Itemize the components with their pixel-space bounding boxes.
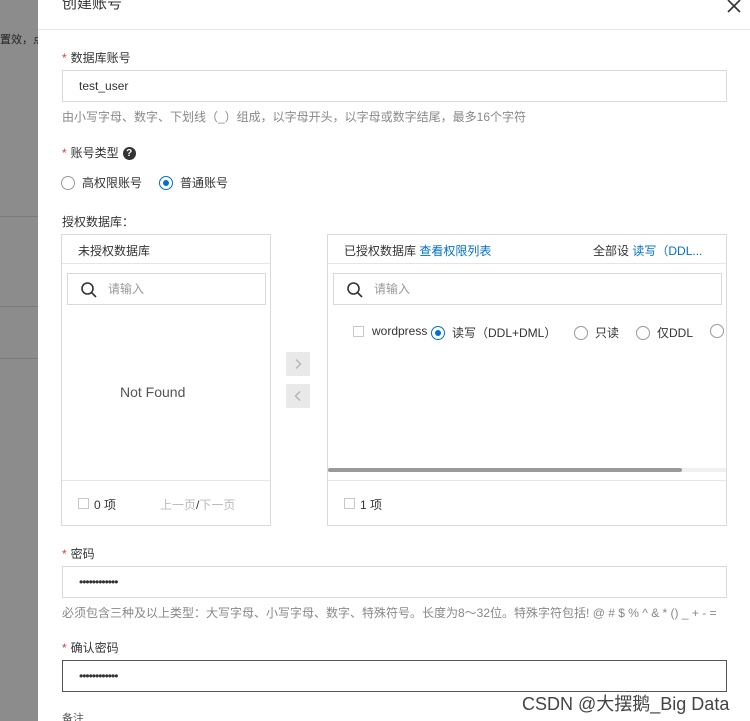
radio-circle[interactable] [574, 325, 588, 340]
authorized-db-label: 授权数据库： [62, 215, 135, 229]
perm-radio-ddl-only[interactable]: 仅DDL [636, 324, 693, 341]
unauth-search-input[interactable] [108, 274, 258, 304]
help-icon[interactable]: ? [122, 147, 136, 160]
auth-search-input[interactable] [374, 274, 524, 304]
item-count: 0 项 [94, 498, 117, 512]
empty-state-text: Not Found [120, 384, 186, 400]
set-all-dropdown[interactable]: 读写（DDL... [632, 244, 702, 258]
remark-label: 备注 [62, 713, 84, 721]
perm-radio-read-write[interactable]: 读写（DDL+DML） [431, 324, 556, 341]
confirm-password-input[interactable] [62, 660, 727, 692]
auth-search[interactable] [333, 273, 722, 305]
authorized-db-panel: 已授权数据库 查看权限列表 全部设 读写（DDL... wordpress 读写… [327, 234, 727, 526]
db-item-checkbox[interactable] [353, 326, 364, 337]
close-icon[interactable] [724, 0, 744, 16]
item-count: 1 项 [360, 498, 383, 512]
search-icon [81, 282, 97, 298]
perm-radio-more[interactable] [710, 324, 724, 338]
unauth-search[interactable] [67, 273, 266, 305]
next-page-link[interactable]: 下一页 [199, 498, 235, 512]
move-right-button[interactable] [286, 352, 310, 376]
create-account-drawer: 创建账号 *数据库账号 由小写字母、数字、下划线（_）组成，以字母开头，以字母或… [38, 0, 750, 721]
backdrop-divider [0, 306, 38, 307]
db-account-help: 由小写字母、数字、下划线（_）组成，以字母开头，以字母或数字结尾，最多16个字符 [62, 110, 527, 124]
perm-radio-read-only[interactable]: 只读 [574, 324, 619, 341]
unauthorized-db-panel: 未授权数据库 Not Found 0 项 上一页/下一页 [61, 234, 271, 526]
select-all-checkbox[interactable] [344, 498, 355, 509]
select-all-checkbox[interactable] [78, 498, 89, 509]
confirm-password-label: * 确认密码 [62, 641, 119, 655]
view-permissions-link[interactable]: 查看权限列表 [419, 244, 491, 258]
page-backdrop[interactable]: 置效，点 [0, 0, 38, 721]
password-input[interactable] [62, 566, 727, 598]
radio-circle[interactable] [61, 175, 75, 190]
pagination: 上一页/下一页 [160, 498, 236, 512]
search-icon [347, 282, 363, 298]
radio-circle-selected[interactable] [431, 325, 445, 340]
panel-footer: 1 项 [328, 480, 726, 525]
header-divider [38, 29, 750, 30]
radio-circle-selected[interactable] [159, 175, 173, 190]
chevron-right-icon [295, 358, 302, 370]
backdrop-divider [0, 216, 38, 217]
db-account-input[interactable] [62, 70, 727, 102]
db-account-label: * 数据库账号 [62, 51, 131, 65]
password-help: 必须包含三种及以上类型：大写字母、小写字母、数字、特殊符号。长度为8～32位。特… [62, 606, 717, 620]
panel-title: 未授权数据库 [78, 244, 151, 258]
password-label: * 密码 [62, 547, 95, 561]
radio-circle[interactable] [710, 324, 724, 338]
account-type-label: * 账号类型? [62, 144, 136, 161]
backdrop-divider [0, 358, 38, 359]
panel-header: 已授权数据库 查看权限列表 全部设 读写（DDL... [328, 235, 726, 264]
prev-page-link[interactable]: 上一页 [160, 498, 196, 512]
drawer-title: 创建账号 [62, 0, 123, 12]
set-all-control: 全部设 读写（DDL... [593, 244, 703, 258]
panel-footer: 0 项 上一页/下一页 [62, 480, 270, 525]
panel-title: 已授权数据库 查看权限列表 [344, 244, 492, 258]
db-item-name: wordpress [372, 324, 428, 338]
panel-header: 未授权数据库 [62, 235, 270, 264]
radio-normal-account[interactable]: 普通账号 [159, 174, 228, 191]
move-left-button[interactable] [286, 384, 310, 408]
radio-high-privilege[interactable]: 高权限账号 [61, 174, 142, 191]
scrollbar-thumb[interactable] [328, 468, 682, 472]
chevron-left-icon [294, 390, 301, 402]
horizontal-scrollbar[interactable] [328, 468, 726, 472]
watermark: CSDN @大摆鹅_Big Data [522, 694, 730, 714]
backdrop-text: 置效，点 [0, 34, 38, 46]
radio-circle[interactable] [636, 325, 650, 340]
